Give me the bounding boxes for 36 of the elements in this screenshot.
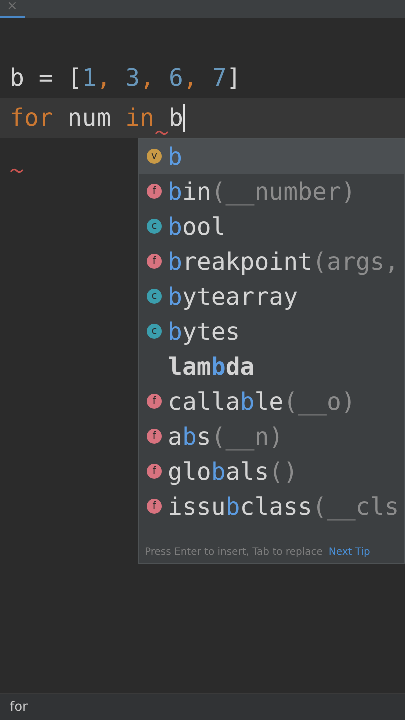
completion-item[interactable]: f issubclass(__cls bbox=[139, 489, 404, 524]
completion-item[interactable]: f b reakpoint(args, bbox=[139, 244, 404, 279]
code-token: 7 bbox=[212, 63, 227, 94]
status-text: for bbox=[10, 700, 28, 714]
code-token: in bbox=[126, 98, 155, 138]
completion-item[interactable]: f globals() bbox=[139, 454, 404, 489]
completion-item[interactable]: v b bbox=[139, 139, 404, 174]
code-token: ] bbox=[226, 63, 242, 94]
code-token: b bbox=[168, 103, 184, 134]
code-token: , bbox=[96, 63, 112, 94]
code-token: num bbox=[66, 103, 112, 134]
class-badge-icon: c bbox=[147, 289, 162, 304]
function-badge-icon: f bbox=[147, 254, 162, 269]
completion-item[interactable]: f bin(__number) bbox=[139, 174, 404, 209]
completion-item[interactable]: lambda bbox=[139, 349, 404, 384]
function-badge-icon: f bbox=[147, 499, 162, 514]
hint-text: Press Enter to insert, Tab to replace bbox=[145, 546, 323, 558]
function-badge-icon: f bbox=[147, 184, 162, 199]
variable-badge-icon: v bbox=[147, 149, 162, 164]
code-token: 3 bbox=[126, 63, 140, 94]
code-token: , bbox=[183, 63, 199, 94]
function-badge-icon: f bbox=[147, 429, 162, 444]
function-badge-icon: f bbox=[147, 464, 162, 479]
completion-item[interactable]: f abs(__n) bbox=[139, 419, 404, 454]
completion-item[interactable]: c bytes bbox=[139, 314, 404, 349]
class-badge-icon: c bbox=[147, 219, 162, 234]
completion-item[interactable]: f callable(__o) bbox=[139, 384, 404, 419]
code-token: b = [ bbox=[10, 63, 82, 94]
code-token: 1 bbox=[82, 63, 97, 94]
function-badge-icon: f bbox=[147, 394, 162, 409]
code-token: for bbox=[10, 103, 54, 134]
completion-item[interactable]: c bool bbox=[139, 209, 404, 244]
completion-item[interactable]: c bytearray bbox=[139, 279, 404, 314]
code-token: 6 bbox=[168, 63, 184, 94]
class-badge-icon: c bbox=[147, 324, 162, 339]
code-token: , bbox=[140, 63, 156, 94]
